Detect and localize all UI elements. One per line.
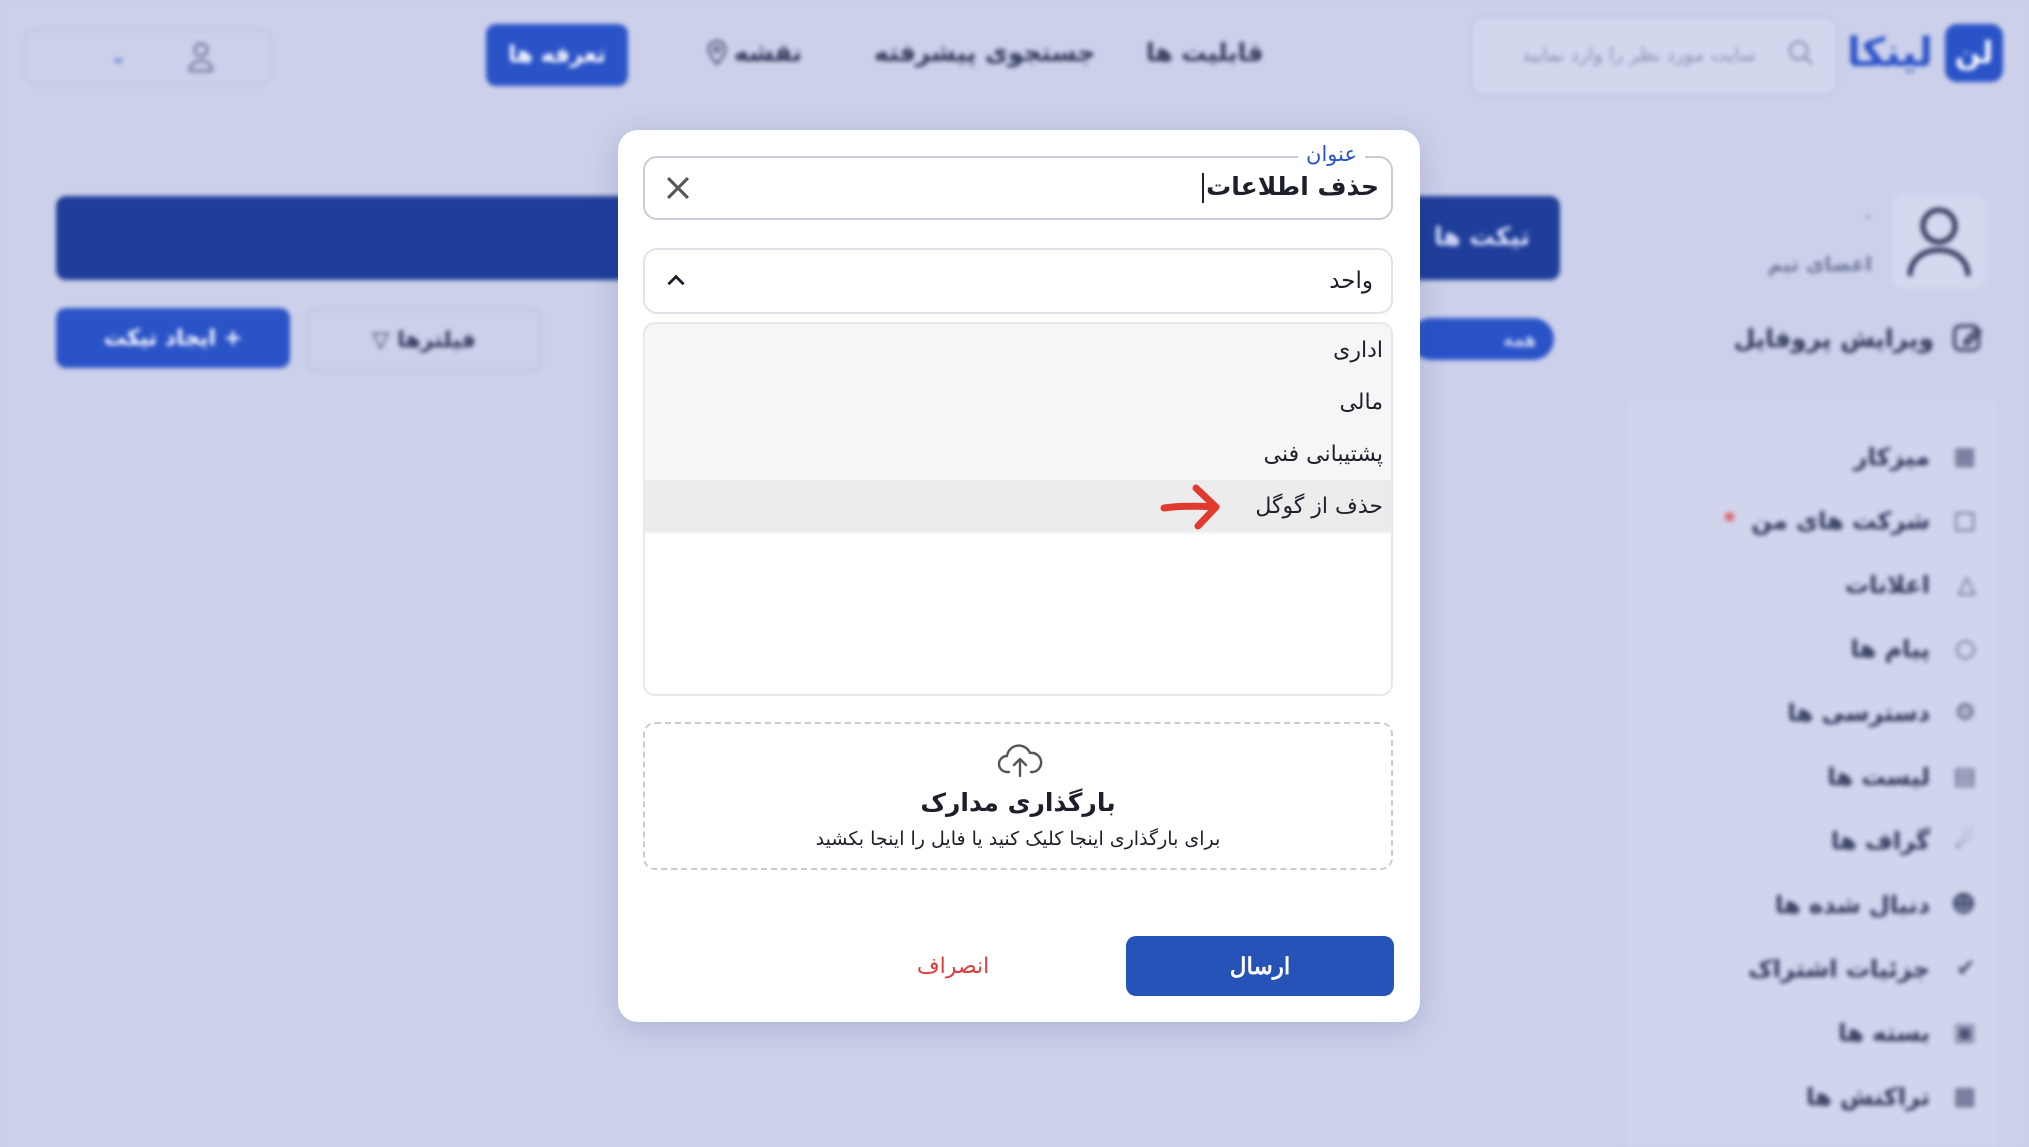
filters-label: فیلترها bbox=[397, 327, 476, 353]
sidebar-menu: ▦ میزکار □ شرکت های من * △ اعلانات ○ پیام ها … bbox=[1626, 400, 1996, 1147]
avatar bbox=[1892, 194, 1986, 288]
send-button[interactable]: ارسال bbox=[1126, 936, 1394, 996]
sidebar-item-label: لیست ها bbox=[1827, 763, 1930, 791]
map-pin-icon bbox=[707, 40, 727, 66]
option-financial[interactable]: مالی bbox=[645, 376, 1391, 428]
all-filter-pill[interactable]: همه bbox=[1410, 318, 1554, 360]
gear-icon: ⚙ bbox=[1954, 698, 1976, 726]
filter-icon: ▽ bbox=[372, 327, 390, 353]
pricing-button[interactable]: تعرفه ها bbox=[486, 24, 628, 86]
chevron-up-icon bbox=[667, 274, 685, 286]
title-field[interactable]: عنوان حذف اطلاعات bbox=[643, 142, 1393, 220]
title-field-label: عنوان bbox=[1298, 142, 1365, 166]
upload-title: بارگذاری مدارک bbox=[920, 788, 1116, 817]
nav-map-label: نقشه bbox=[734, 38, 802, 67]
list-icon: ▤ bbox=[1953, 762, 1976, 790]
option-administrative[interactable]: اداری bbox=[645, 324, 1391, 376]
sidebar-item-label: گراف ها bbox=[1831, 827, 1930, 855]
unit-select-label: واحد bbox=[1329, 268, 1373, 294]
edit-profile-link[interactable]: ویرایش پروفایل bbox=[1734, 320, 1986, 356]
sidebar-item-label: جزئیات اشتراک bbox=[1748, 955, 1930, 983]
sidebar-item-lists[interactable]: ▤ لیست ها bbox=[1827, 762, 1976, 792]
upload-hint: برای بارگذاری اینجا کلیک کنید یا فایل را… bbox=[815, 828, 1221, 850]
sidebar-item-access[interactable]: ⚙ دسترسی ها bbox=[1787, 698, 1976, 728]
sidebar-item-label: شرکت های من bbox=[1751, 507, 1930, 535]
sidebar-item-dashboard[interactable]: ▦ میزکار bbox=[1854, 442, 1976, 472]
search-input[interactable]: سایت مورد نظر را وارد نمایید bbox=[1522, 44, 1756, 66]
nav-features[interactable]: قابلیت ها bbox=[1146, 38, 1263, 67]
building-icon: □ bbox=[1953, 506, 1976, 534]
top-navbar: لن لینکا سایت مورد نظر را وارد نمایید قا… bbox=[0, 0, 2029, 112]
unit-select[interactable]: واحد bbox=[643, 248, 1393, 314]
package-icon: ▣ bbox=[1953, 1018, 1976, 1046]
user-follow-icon: ☻ bbox=[1950, 890, 1976, 918]
graph-icon: ☄ bbox=[1954, 826, 1976, 854]
option-technical-support[interactable]: پشتیبانی فنی bbox=[645, 428, 1391, 480]
title-input-value: حذف اطلاعات bbox=[1206, 172, 1379, 201]
filters-button[interactable]: فیلترها ▽ bbox=[306, 308, 542, 372]
red-arrow-annotation-icon bbox=[1160, 484, 1220, 530]
edit-profile-label: ویرایش پروفایل bbox=[1733, 323, 1934, 353]
sidebar-item-graphs[interactable]: ☄ گراف ها bbox=[1831, 826, 1976, 856]
bell-icon: △ bbox=[1957, 570, 1976, 598]
edit-icon bbox=[1953, 324, 1983, 352]
nav-advanced-search[interactable]: جستجوی پیشرفته bbox=[874, 38, 1095, 67]
text-caret bbox=[1202, 173, 1205, 203]
user-avatar-icon bbox=[1907, 207, 1971, 277]
create-ticket-button[interactable]: + ایجاد تیکت bbox=[56, 308, 290, 368]
wallet-icon: ▩ bbox=[1953, 1082, 1976, 1110]
sidebar-item-label: دسترسی ها bbox=[1787, 699, 1930, 727]
cloud-upload-icon bbox=[997, 744, 1043, 778]
sidebar-item-my-companies[interactable]: □ شرکت های من * bbox=[1724, 506, 1976, 536]
option-remove-from-google[interactable]: حذف از گوگل bbox=[645, 480, 1391, 532]
logo[interactable]: لن لینکا bbox=[1847, 24, 2003, 82]
logo-badge: لن bbox=[1945, 24, 2003, 82]
profile-role: اعضای تیم bbox=[1767, 252, 1872, 276]
banner-title: تیکت ها bbox=[1433, 222, 1530, 251]
search-icon bbox=[1788, 40, 1814, 66]
sidebar-item-label: میزکار bbox=[1853, 443, 1930, 471]
title-input[interactable]: حذف اطلاعات bbox=[1202, 172, 1379, 203]
cancel-button[interactable]: انصراف bbox=[883, 948, 1023, 984]
sidebar-item-subscription[interactable]: ✔ جزئیات اشتراک bbox=[1748, 954, 1976, 984]
new-indicator: * bbox=[1723, 508, 1736, 534]
document-upload-dropzone[interactable]: بارگذاری مدارک برای بارگذاری اینجا کلیک … bbox=[643, 722, 1393, 870]
user-menu[interactable]: ⌄ bbox=[24, 28, 272, 86]
sidebar: - اعضای تیم ویرایش پروفایل ▦ میزکار □ شرکت… bbox=[1610, 180, 1996, 1147]
sidebar-item-label: بسته ها bbox=[1838, 1019, 1930, 1047]
sidebar-item-label: تراکنش ها bbox=[1806, 1083, 1930, 1111]
close-icon[interactable] bbox=[661, 171, 695, 205]
sidebar-item-followed[interactable]: ☻ دنبال شده ها bbox=[1775, 890, 1976, 920]
profile-name: - bbox=[1864, 204, 1872, 229]
logo-text: لینکا bbox=[1847, 30, 1933, 76]
sidebar-item-label: دنبال شده ها bbox=[1775, 891, 1930, 919]
create-ticket-modal: عنوان حذف اطلاعات واحد اداری مالی پشتیبا… bbox=[618, 130, 1420, 1022]
sidebar-item-messages[interactable]: ○ پیام ها bbox=[1851, 634, 1976, 664]
sidebar-item-packages[interactable]: ▣ بسته ها bbox=[1838, 1018, 1976, 1048]
sidebar-item-label: پیام ها bbox=[1850, 635, 1930, 663]
nav-map[interactable]: نقشه bbox=[706, 38, 802, 67]
grid-icon: ▦ bbox=[1953, 442, 1976, 470]
check-circle-icon: ✔ bbox=[1955, 954, 1976, 982]
chevron-down-icon: ⌄ bbox=[110, 44, 127, 68]
unit-options-list: اداری مالی پشتیبانی فنی حذف از گوگل bbox=[643, 322, 1393, 696]
sidebar-item-transactions[interactable]: ▩ تراکنش ها bbox=[1806, 1082, 1976, 1112]
sidebar-item-notifications[interactable]: △ اعلانات bbox=[1845, 570, 1976, 600]
message-icon: ○ bbox=[1955, 634, 1976, 662]
sidebar-item-label: اعلانات bbox=[1845, 571, 1930, 599]
user-icon bbox=[188, 42, 214, 72]
site-search[interactable]: سایت مورد نظر را وارد نمایید bbox=[1470, 16, 1838, 96]
